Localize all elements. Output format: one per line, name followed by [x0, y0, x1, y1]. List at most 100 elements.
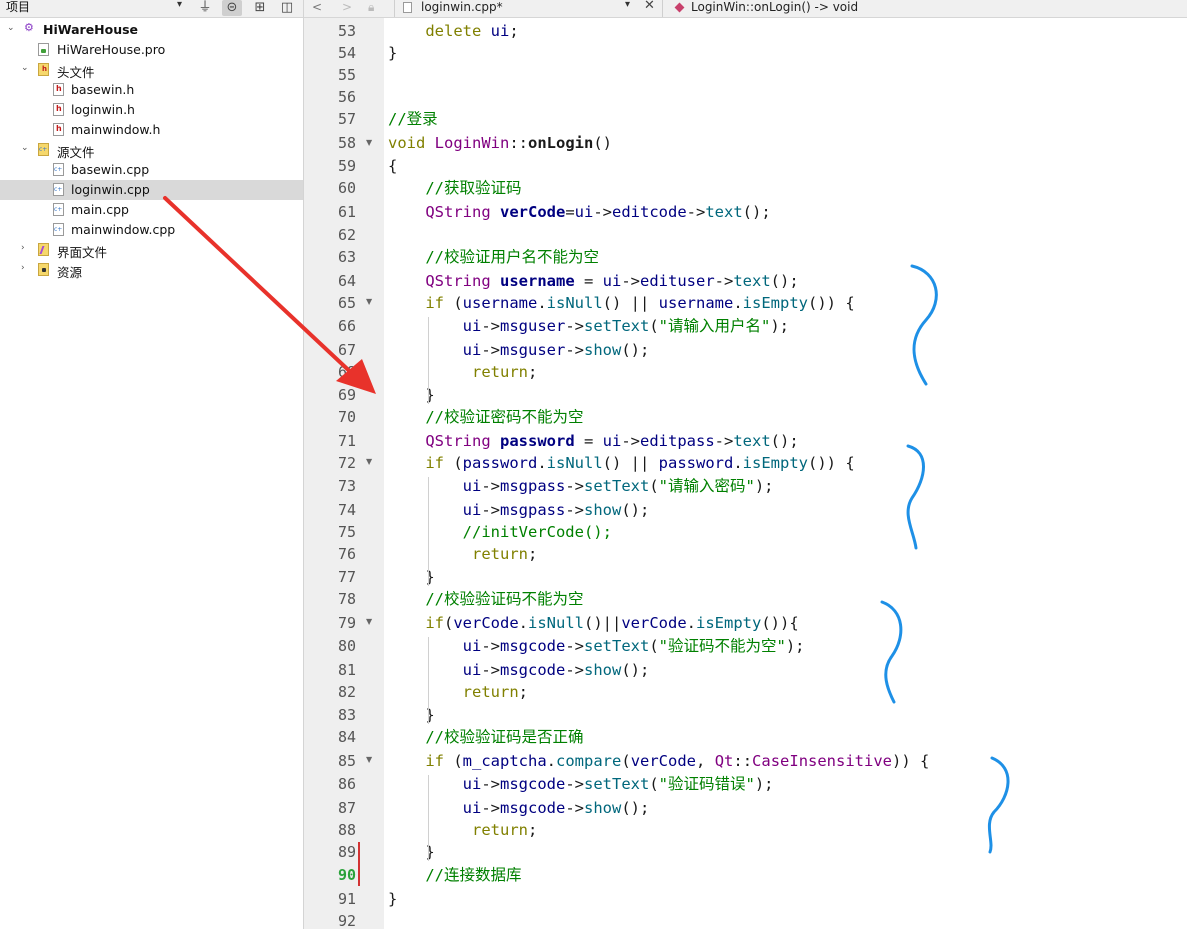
code-line[interactable]: return;	[388, 821, 537, 839]
line-number: 62	[337, 226, 356, 244]
header-file-icon	[53, 103, 64, 116]
line-number: 76	[337, 545, 356, 563]
code-line[interactable]: QString username = ui->edituser->text();	[388, 272, 798, 290]
nav-back-icon[interactable]: <	[312, 0, 322, 14]
line-number: 83	[337, 706, 356, 724]
line-number: 77	[337, 568, 356, 586]
line-number: 57	[337, 110, 356, 128]
tree-item-mainwindow-h[interactable]: mainwindow.h	[0, 120, 303, 140]
chevron-right-icon[interactable]: ›	[21, 243, 25, 253]
project-view-combo[interactable]: 项目 ▾	[0, 0, 190, 17]
tree-item-mainwindow-cpp[interactable]: mainwindow.cpp	[0, 220, 303, 240]
cpp-file-icon	[403, 2, 412, 13]
indent-guide	[428, 637, 429, 724]
line-number: 92	[337, 912, 356, 930]
code-line[interactable]: if (username.isNull() || username.isEmpt…	[388, 294, 854, 312]
tree-item-basewin-h[interactable]: basewin.h	[0, 80, 303, 100]
line-number: 88	[337, 821, 356, 839]
code-line[interactable]: QString password = ui->editpass->text();	[388, 432, 798, 450]
tree-item-headers[interactable]: ⌄ 头文件	[0, 60, 303, 80]
tree-item-loginwin-cpp[interactable]: loginwin.cpp	[0, 180, 303, 200]
code-line[interactable]: ui->msgcode->setText("验证码不能为空");	[388, 637, 805, 655]
open-file-combo[interactable]: loginwin.cpp* ▾	[394, 0, 635, 17]
code-line[interactable]: return;	[388, 363, 537, 381]
code-line[interactable]: //校验证用户名不能为空	[388, 248, 599, 266]
split-icon[interactable]: ⊞	[250, 0, 270, 16]
code-line[interactable]: if (m_captcha.compare(verCode, Qt::CaseI…	[388, 752, 929, 770]
line-number: 79	[337, 614, 356, 632]
code-line[interactable]: ui->msgcode->setText("验证码错误");	[388, 775, 774, 793]
editor-toolbar: < > 🔒︎ loginwin.cpp* ▾ ✕ LoginWin::onLog…	[304, 0, 1187, 18]
line-number: 68	[337, 363, 356, 381]
line-number: 78	[337, 590, 356, 608]
line-number: 54	[337, 44, 356, 62]
tree-item-forms[interactable]: › 界面文件	[0, 240, 303, 260]
line-number: 55	[337, 66, 356, 84]
code-line[interactable]: return;	[388, 545, 537, 563]
code-line[interactable]: if (password.isNull() || password.isEmpt…	[388, 454, 854, 472]
tree-item-label: 头文件	[57, 65, 95, 80]
line-number: 60	[337, 179, 356, 197]
cpp-file-icon	[53, 183, 64, 196]
code-line[interactable]: }	[388, 890, 397, 908]
tree-item-loginwin-h[interactable]: loginwin.h	[0, 100, 303, 120]
symbol-combo[interactable]: LoginWin::onLogin() -> void	[662, 0, 1183, 17]
line-number: 82	[337, 683, 356, 701]
line-number: 64	[337, 272, 356, 290]
resources-folder-icon	[38, 263, 49, 276]
chevron-down-icon[interactable]: ⌄	[21, 143, 29, 153]
code-line[interactable]: //校验验证码是否正确	[388, 728, 583, 746]
code-line[interactable]: return;	[388, 683, 528, 701]
line-number: 59	[337, 157, 356, 175]
chevron-down-icon[interactable]: ⌄	[21, 63, 29, 73]
code-line[interactable]: ui->msgpass->setText("请输入密码");	[388, 477, 774, 495]
code-line[interactable]: void LoginWin::onLogin()	[388, 134, 612, 152]
code-line[interactable]: if(verCode.isNull()||verCode.isEmpty()){	[388, 614, 798, 632]
fold-marker-icon[interactable]: ▼	[366, 755, 372, 764]
indent-guide	[428, 477, 429, 586]
fold-marker-icon[interactable]: ▼	[366, 457, 372, 466]
code-line[interactable]: //校验验证码不能为空	[388, 590, 583, 608]
line-number: 53	[337, 22, 356, 40]
cpp-file-icon	[53, 223, 64, 236]
project-view-label: 项目	[6, 0, 31, 14]
code-line[interactable]: ui->msguser->setText("请输入用户名");	[388, 317, 789, 335]
tree-item-label: mainwindow.h	[71, 122, 161, 137]
line-number: 91	[337, 890, 356, 908]
tree-item-resources[interactable]: › 资源	[0, 260, 303, 280]
tree-item-pro-file[interactable]: HiWareHouse.pro	[0, 40, 303, 60]
code-line[interactable]: //连接数据库	[388, 866, 521, 884]
chevron-down-icon: ▾	[625, 0, 631, 10]
chevron-down-icon[interactable]: ⌄	[7, 23, 15, 33]
filter-icon[interactable]: ⏚	[195, 0, 215, 16]
code-line[interactable]: //校验证密码不能为空	[388, 408, 583, 426]
line-number: 90	[337, 866, 356, 884]
project-panel: 项目 ▾ ⏚ ⊝ ⊞ ◫ ⌄ HiWareHouse HiWareHouse.p…	[0, 0, 304, 929]
project-toolbar: 项目 ▾ ⏚ ⊝ ⊞ ◫	[0, 0, 303, 18]
fold-marker-icon[interactable]: ▼	[366, 138, 372, 147]
close-icon[interactable]: ✕	[644, 0, 655, 13]
code-line[interactable]: delete ui;	[388, 22, 518, 40]
line-number: 63	[337, 248, 356, 266]
code-line[interactable]: QString verCode=ui->editcode->text();	[388, 203, 770, 221]
chevron-down-icon: ▾	[177, 0, 183, 10]
line-number: 70	[337, 408, 356, 426]
nav-forward-icon[interactable]: >	[342, 0, 352, 14]
fold-marker-icon[interactable]: ▼	[366, 617, 372, 626]
code-line[interactable]: //登录	[388, 110, 438, 128]
tree-item-basewin-cpp[interactable]: basewin.cpp	[0, 160, 303, 180]
chevron-right-icon[interactable]: ›	[21, 263, 25, 273]
code-line[interactable]: //获取验证码	[388, 179, 521, 197]
fold-marker-icon[interactable]: ▼	[366, 297, 372, 306]
code-line[interactable]: {	[388, 157, 397, 175]
tree-item-sources[interactable]: ⌄ 源文件	[0, 140, 303, 160]
close-split-icon[interactable]: ◫	[277, 0, 297, 16]
line-number: 58	[337, 134, 356, 152]
code-line[interactable]: //initVerCode();	[388, 523, 612, 541]
code-line[interactable]: }	[388, 44, 397, 62]
tree-item-label: mainwindow.cpp	[71, 222, 176, 237]
tree-item-main-cpp[interactable]: main.cpp	[0, 200, 303, 220]
link-icon[interactable]: ⊝	[222, 0, 242, 16]
tree-item-project[interactable]: ⌄ HiWareHouse	[0, 20, 303, 40]
symbol-label: LoginWin::onLogin() -> void	[691, 0, 859, 14]
